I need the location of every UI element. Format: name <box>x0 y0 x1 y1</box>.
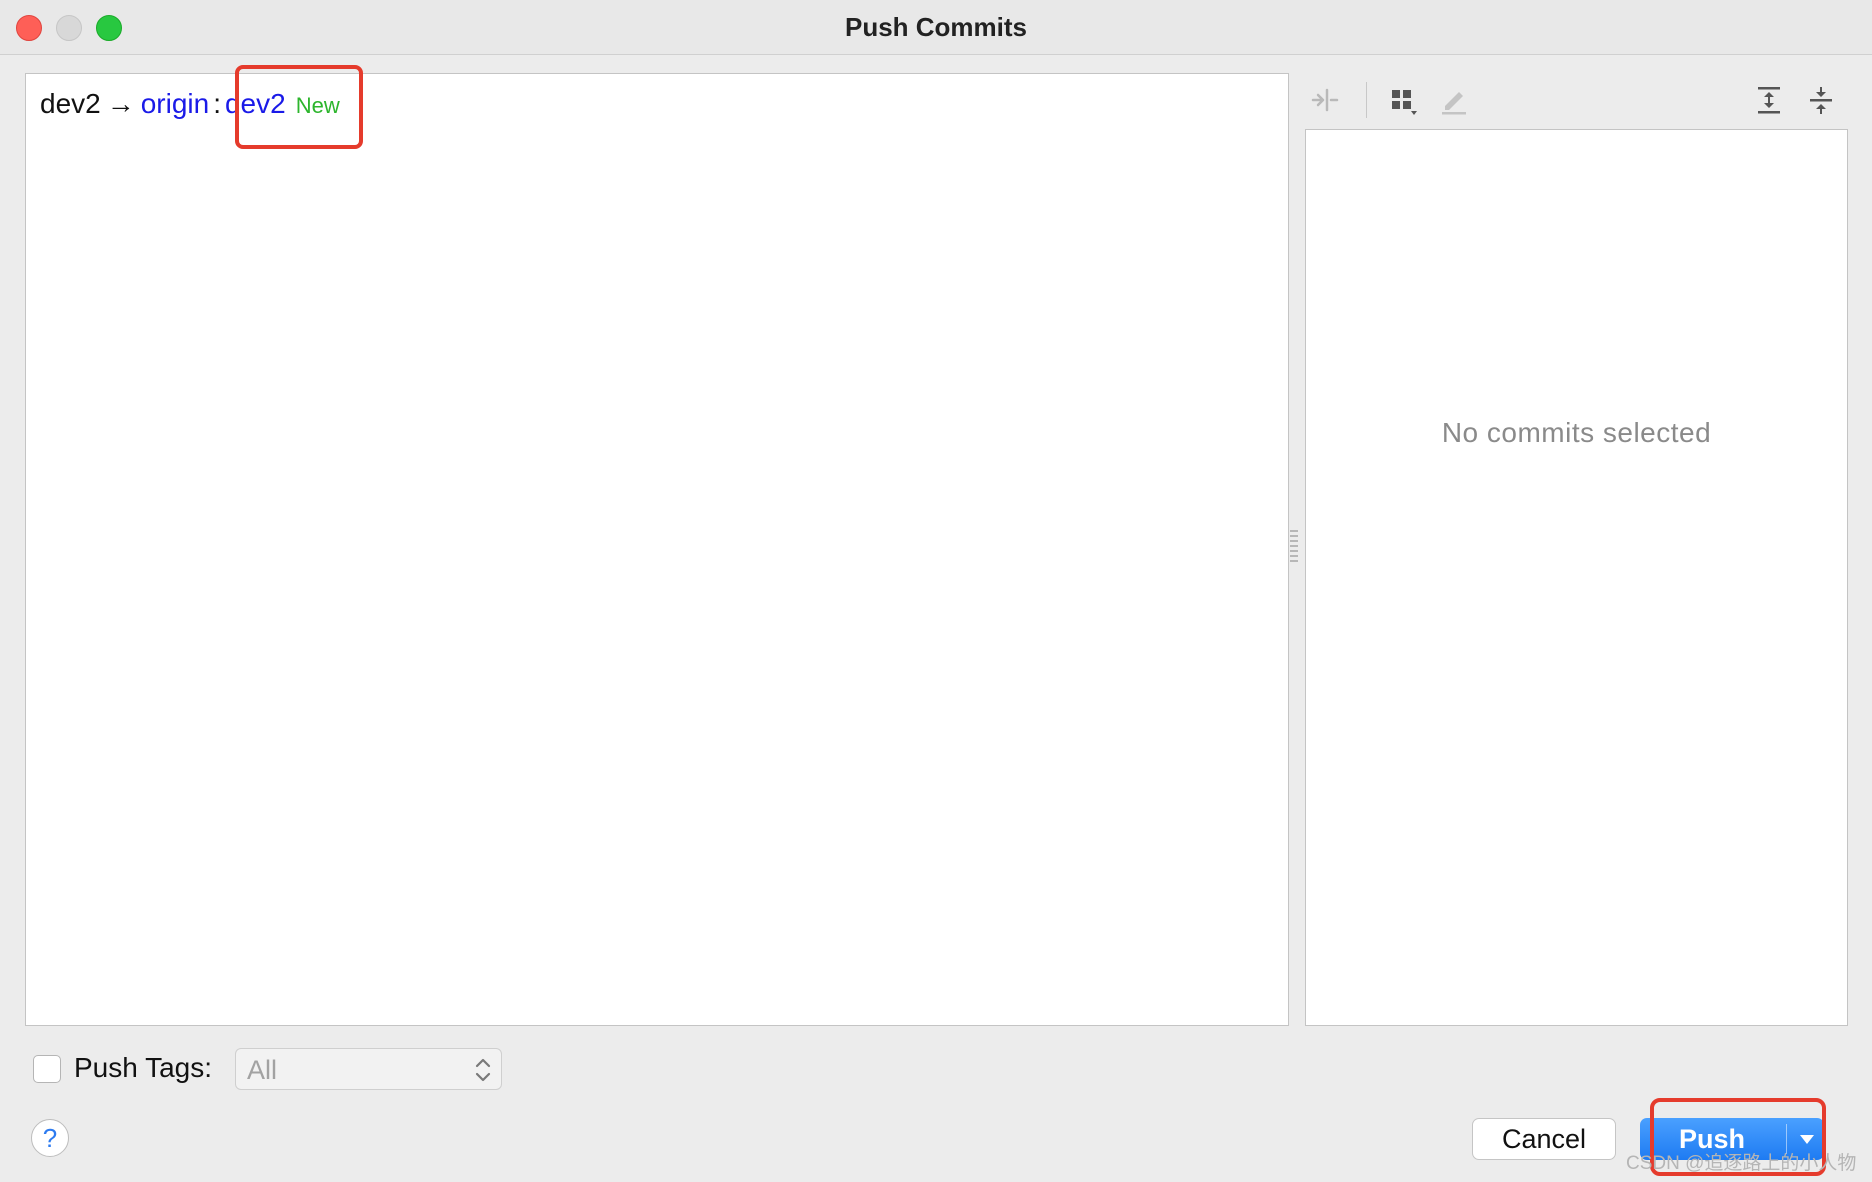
splitter-handle[interactable] <box>1290 530 1298 564</box>
target-branch-highlight <box>235 65 363 149</box>
grid-icon[interactable] <box>1383 78 1423 122</box>
title-bar: Push Commits <box>0 0 1872 55</box>
arrow-icon: → <box>106 88 135 119</box>
expand-all-icon[interactable] <box>1749 78 1789 122</box>
push-tags-select-value: All <box>247 1055 278 1085</box>
push-tags-select[interactable]: All <box>235 1048 502 1090</box>
window-title: Push Commits <box>844 12 1028 42</box>
toolbar-separator <box>1366 82 1367 118</box>
cancel-button[interactable]: Cancel <box>1472 1118 1616 1160</box>
remote-link[interactable]: origin <box>141 88 209 119</box>
empty-state-message: No commits selected <box>1441 417 1712 448</box>
merge-arrows-icon[interactable] <box>1305 78 1345 122</box>
local-branch-label: dev2 <box>40 88 101 119</box>
edit-pencil-icon[interactable] <box>1433 78 1473 122</box>
collapse-all-icon[interactable] <box>1801 78 1841 122</box>
push-tags-label: Push Tags: <box>74 1052 213 1083</box>
push-branches-tree[interactable]: dev2 → origin: dev2 New <box>25 73 1289 1026</box>
help-button[interactable]: ? <box>31 1119 69 1157</box>
watermark-text: CSDN @追逐路上的小人物 <box>1626 1153 1857 1174</box>
commit-details-panel: No commits selected <box>1305 129 1848 1026</box>
details-toolbar <box>1305 78 1850 126</box>
chevron-updown-icon <box>473 1055 493 1090</box>
push-tags-checkbox[interactable] <box>33 1055 61 1083</box>
separator-label: : <box>213 88 221 119</box>
